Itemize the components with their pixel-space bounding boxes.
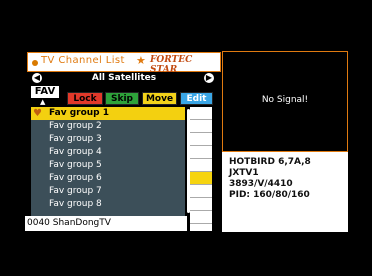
list-item-label: Fav group 1	[49, 108, 110, 118]
list-item-label: Fav group 8	[49, 199, 102, 209]
preview-panel: No Signal! HOTBIRD 6,7A,8 JXTV1 3893/V/4…	[222, 51, 348, 232]
move-button[interactable]: Move	[142, 92, 177, 105]
list-item-label: Fav group 7	[49, 186, 102, 196]
channel-list-title: TV Channel List	[41, 55, 125, 66]
marker-slot	[190, 133, 212, 146]
tab-fav[interactable]: FAV	[31, 86, 59, 98]
list-item[interactable]: Fav group 8	[31, 198, 185, 211]
list-item-label: Fav group 2	[49, 121, 102, 131]
list-item[interactable]: Fav group 5	[31, 159, 185, 172]
info-transponder: 3893/V/4410	[229, 179, 293, 189]
marker-slot	[190, 198, 212, 211]
marker-slot	[190, 107, 212, 120]
star-logo-icon: ★	[136, 54, 146, 67]
up-arrow-icon: ▲	[40, 98, 46, 106]
channel-list-header: TV Channel List ★ FORTEC STAR	[27, 52, 221, 75]
prev-satellite-icon[interactable]: ◀	[32, 73, 42, 83]
satellite-label: All Satellites	[91, 73, 157, 83]
list-item[interactable]: Fav group 2	[31, 120, 185, 133]
list-item[interactable]: ♥ Fav group 1	[31, 107, 185, 120]
bullet-icon	[32, 60, 38, 66]
osd-window: TV Channel List ★ FORTEC STAR ◀ All Sate…	[25, 51, 348, 232]
lock-button[interactable]: Lock	[67, 92, 103, 105]
current-channel-status: 0040 ShanDongTV	[25, 216, 187, 231]
info-satellite: HOTBIRD 6,7A,8	[229, 157, 311, 167]
list-item-label: Fav group 5	[49, 160, 102, 170]
channel-marker-column	[190, 107, 212, 231]
no-signal-message: No Signal!	[261, 95, 309, 105]
channel-info-box: HOTBIRD 6,7A,8 JXTV1 3893/V/4410 PID: 16…	[222, 152, 348, 232]
list-item-label: Fav group 3	[49, 134, 102, 144]
info-pid: PID: 160/80/160	[229, 190, 310, 200]
list-item[interactable]: Fav group 6	[31, 172, 185, 185]
info-channel: JXTV1	[229, 168, 259, 178]
edit-button[interactable]: Edit	[180, 92, 213, 105]
fav-heart-icon: ♥	[33, 108, 42, 119]
channel-list-panel: TV Channel List ★ FORTEC STAR ◀ All Sate…	[25, 51, 221, 232]
satellite-selector[interactable]: ◀ All Satellites ▶	[27, 72, 221, 85]
marker-slot-highlight	[190, 172, 212, 185]
fav-group-list: ♥ Fav group 1 Fav group 2 Fav group 3 Fa…	[31, 107, 185, 216]
list-item[interactable]: Fav group 4	[31, 146, 185, 159]
marker-slot	[190, 120, 212, 133]
list-item[interactable]: Fav group 3	[31, 133, 185, 146]
video-preview: No Signal!	[222, 51, 348, 152]
marker-slot	[190, 211, 212, 224]
marker-slot	[190, 159, 212, 172]
list-item-label: Fav group 6	[49, 173, 102, 183]
next-satellite-icon[interactable]: ▶	[204, 73, 214, 83]
list-item[interactable]: Fav group 7	[31, 185, 185, 198]
skip-button[interactable]: Skip	[105, 92, 139, 105]
list-item-label: Fav group 4	[49, 147, 102, 157]
marker-slot	[190, 146, 212, 159]
marker-slot	[190, 185, 212, 198]
